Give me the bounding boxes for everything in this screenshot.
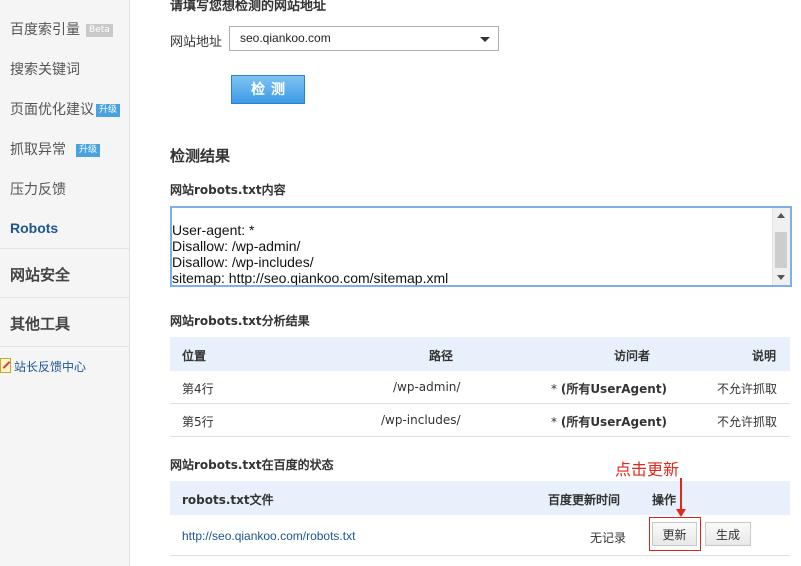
robots-line: sitemap: http://seo.qiankoo.com/sitemap.… (172, 270, 449, 286)
table-row: 第4行 /wp-admin/ * (所有UserAgent) 不允许抓取 (170, 371, 790, 404)
column-header-action: 操作 (652, 493, 677, 507)
sidebar-item-label: Robots (10, 220, 59, 236)
sidebar-item-label: 百度索引量 (10, 22, 80, 38)
visitor-star: * (551, 415, 557, 429)
sidebar-item-page-optimization[interactable]: 页面优化建议 升级 (10, 99, 121, 119)
generate-button[interactable]: 生成 (705, 522, 751, 546)
row-position: 第5行 (182, 415, 214, 429)
robots-line: Disallow: /wp-includes/ (172, 254, 314, 270)
sidebar-item-robots[interactable]: Robots (10, 220, 58, 236)
chevron-down-icon (480, 37, 490, 42)
highlight-box (649, 517, 701, 551)
divider (0, 297, 129, 298)
scroll-down-icon[interactable] (777, 275, 785, 280)
scroll-thumb[interactable] (775, 232, 787, 268)
table-row: 第5行 /wp-includes/ * (所有UserAgent) 不允许抓取 (170, 404, 790, 437)
form-heading: 请填写您想检测的网站地址 (170, 0, 327, 14)
robots-content-title: 网站robots.txt内容 (170, 183, 286, 197)
column-header-file: robots.txt文件 (182, 493, 274, 507)
edit-note-icon (0, 358, 11, 373)
sidebar-group-site-security[interactable]: 网站安全 (10, 264, 70, 285)
results-title: 检测结果 (170, 147, 231, 165)
feedback-center-label: 站长反馈中心 (14, 360, 87, 374)
sidebar-item-label: 抓取异常 (10, 142, 66, 158)
table-header: 位置 路径 访问者 说明 (170, 337, 790, 371)
row-path: /wp-admin/ (393, 380, 461, 394)
sidebar-item-label: 搜索关键词 (10, 62, 80, 78)
status-title: 网站robots.txt在百度的状态 (170, 458, 334, 472)
update-time-value: 无记录 (590, 531, 627, 545)
visitor-agent: (所有UserAgent) (560, 382, 668, 396)
divider (0, 248, 129, 249)
sidebar-item-label: 压力反馈 (10, 182, 66, 198)
upgrade-badge: 升级 (96, 104, 121, 117)
column-header-visitor: 访问者 (614, 349, 651, 363)
url-select[interactable]: seo.qiankoo.com (229, 26, 499, 51)
divider (0, 346, 129, 347)
column-header-update-time: 百度更新时间 (548, 493, 621, 507)
row-visitor: * (所有UserAgent) (551, 413, 667, 430)
scroll-up-icon[interactable] (777, 213, 785, 218)
sidebar-item-crawl-errors[interactable]: 抓取异常 升级 (10, 139, 101, 159)
sidebar-item-search-keywords[interactable]: 搜索关键词 (10, 59, 80, 79)
visitor-agent: (所有UserAgent) (560, 415, 668, 429)
row-note: 不允许抓取 (717, 382, 778, 396)
url-select-value: seo.qiankoo.com (240, 31, 331, 45)
row-note: 不允许抓取 (717, 415, 778, 429)
sidebar: 百度索引量 Beta 搜索关键词 页面优化建议 升级 抓取异常 升级 压力反馈 Rob… (0, 0, 130, 566)
sidebar-item-label: 页面优化建议 (10, 102, 94, 118)
row-position: 第4行 (182, 382, 214, 396)
robots-lines: User-agent: * Disallow: /wp-admin/ Disal… (172, 222, 449, 286)
table-header: robots.txt文件 百度更新时间 操作 (170, 481, 790, 515)
check-button[interactable]: 检测 (231, 75, 305, 104)
beta-badge: Beta (86, 24, 113, 37)
column-header-note: 说明 (752, 349, 777, 363)
robots-line: Disallow: /wp-admin/ (172, 238, 301, 254)
url-label: 网站地址 (170, 35, 223, 50)
upgrade-badge: 升级 (76, 144, 101, 157)
robots-content-textarea[interactable]: User-agent: * Disallow: /wp-admin/ Disal… (170, 206, 792, 287)
analysis-title: 网站robots.txt分析结果 (170, 314, 310, 328)
column-header-position: 位置 (182, 349, 207, 363)
visitor-star: * (551, 382, 557, 396)
scrollbar[interactable] (772, 208, 790, 285)
annotation-arrow-line (680, 478, 682, 511)
row-visitor: * (所有UserAgent) (551, 380, 667, 397)
robots-file-link[interactable]: http://seo.qiankoo.com/robots.txt (182, 529, 355, 543)
row-path: /wp-includes/ (381, 413, 461, 427)
annotation-text: 点击更新 (615, 460, 680, 479)
sidebar-item-index-volume[interactable]: 百度索引量 Beta (10, 19, 113, 39)
robots-line: User-agent: * (172, 222, 255, 238)
column-header-path: 路径 (429, 349, 454, 363)
sidebar-group-other-tools[interactable]: 其他工具 (10, 313, 70, 334)
feedback-center-link[interactable]: 站长反馈中心 (0, 358, 86, 375)
arrow-down-icon (676, 509, 686, 517)
sidebar-item-pressure-feedback[interactable]: 压力反馈 (10, 179, 66, 199)
